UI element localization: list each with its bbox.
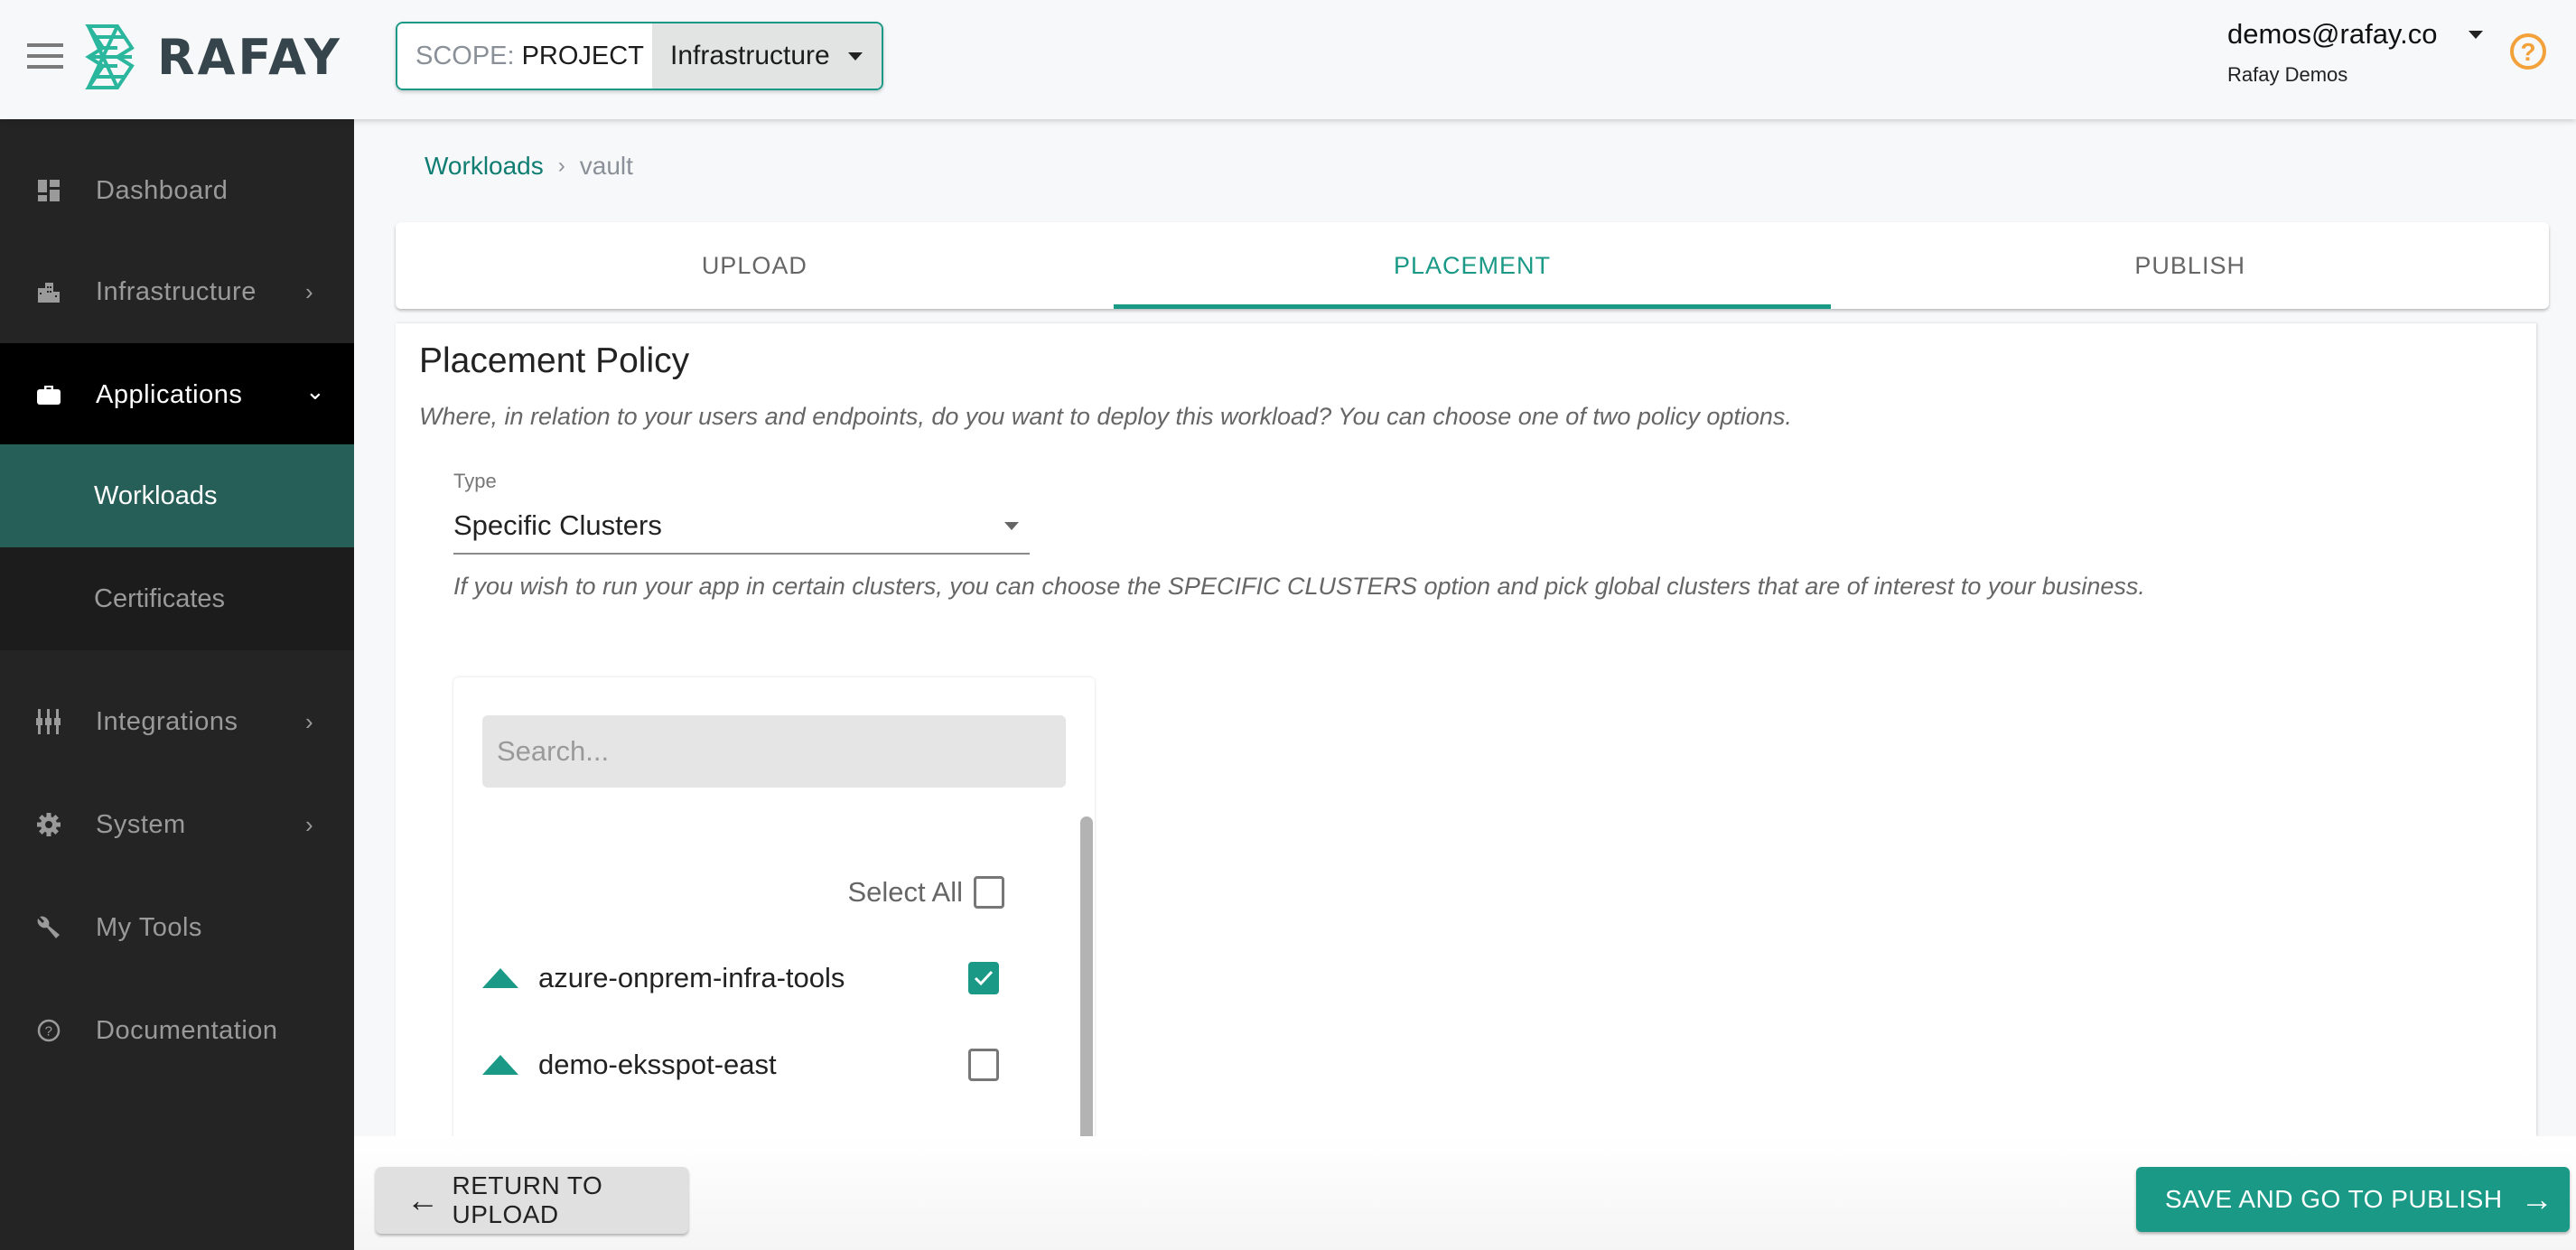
user-org: Rafay Demos	[2227, 63, 2348, 86]
sidebar-item-dashboard[interactable]: Dashboard	[0, 139, 354, 242]
sidebar-item-certificates[interactable]: Certificates	[0, 547, 354, 650]
rafay-logo[interactable]: RAFAY	[85, 24, 425, 89]
caret-down-icon	[2468, 30, 2483, 39]
type-select[interactable]: Specific Clusters	[453, 499, 1030, 555]
cluster-row: demo-eksspot-east	[482, 1042, 1024, 1087]
breadcrumb-current: vault	[579, 152, 633, 180]
sidebar-item-label: My Tools	[96, 912, 202, 942]
project-name: Infrastructure	[670, 41, 830, 70]
sidebar-item-label: Applications	[96, 379, 243, 409]
scope-value: PROJECT	[521, 41, 644, 70]
step-tabs: UPLOAD PLACEMENT PUBLISH	[396, 222, 2549, 309]
arrow-left-icon: ←	[406, 1181, 440, 1218]
scrollbar[interactable]	[1080, 816, 1093, 1136]
sidebar-item-documentation[interactable]: ? Documentation	[0, 979, 354, 1082]
breadcrumb-workloads-link[interactable]: Workloads	[425, 152, 544, 181]
wrench-icon	[36, 915, 61, 940]
chevron-right-icon: ›	[305, 810, 314, 838]
breadcrumb: Workloads › vault	[425, 152, 633, 181]
user-email-text: demos@rafay.co	[2227, 18, 2438, 50]
tab-placement[interactable]: PLACEMENT	[1113, 222, 1832, 309]
scope-label: SCOPE:	[415, 41, 515, 70]
sidebar-item-my-tools[interactable]: My Tools	[0, 876, 354, 979]
help-icon[interactable]: ?	[2510, 33, 2546, 70]
check-icon	[974, 970, 994, 986]
sidebar-item-label: Documentation	[96, 1015, 278, 1045]
chevron-right-icon: ›	[305, 277, 314, 305]
save-and-publish-button[interactable]: SAVE AND GO TO PUBLISH →	[2136, 1167, 2570, 1232]
sidebar-item-workloads[interactable]: Workloads	[0, 444, 354, 547]
page-title: Placement Policy	[419, 341, 690, 380]
cluster-search-input[interactable]	[482, 715, 1066, 788]
sidebar-item-label: Infrastructure	[96, 276, 257, 306]
caret-down-icon	[847, 51, 863, 61]
gear-icon	[36, 812, 61, 837]
menu-icon[interactable]	[27, 43, 63, 70]
sidebar-item-system[interactable]: System ›	[0, 773, 354, 876]
chevron-down-icon: ⌄	[305, 378, 326, 405]
sidebar-item-label: System	[96, 809, 186, 839]
select-all-label: Select All	[847, 876, 963, 908]
top-header: RAFAY SCOPE: PROJECT Infrastructure demo…	[0, 0, 2576, 119]
breadcrumb-separator-icon: ›	[557, 154, 565, 178]
project-dropdown[interactable]: Infrastructure	[652, 23, 882, 89]
sliders-icon	[36, 709, 61, 734]
brand-name: RAFAY	[157, 28, 342, 86]
arrow-right-icon: →	[2520, 1180, 2554, 1217]
cluster-row: azure-onprem-infra-tools	[482, 956, 1024, 1001]
cluster-picker: Select All azure-onprem-infra-tools demo…	[453, 677, 1095, 1136]
tab-upload[interactable]: UPLOAD	[396, 222, 1114, 309]
cluster-checkbox[interactable]	[968, 1049, 999, 1081]
type-hint: If you wish to run your app in certain c…	[453, 573, 2145, 600]
cluster-status-icon	[482, 1055, 518, 1075]
scope-selector[interactable]: SCOPE: PROJECT Infrastructure	[396, 22, 883, 90]
type-label: Type	[453, 470, 497, 492]
chevron-right-icon: ›	[305, 707, 314, 735]
save-and-publish-label: SAVE AND GO TO PUBLISH	[2165, 1185, 2503, 1213]
sidebar-item-infrastructure[interactable]: Infrastructure ›	[0, 240, 354, 343]
sidebar-item-label: Integrations	[96, 706, 238, 736]
sidebar-item-label: Certificates	[94, 583, 226, 613]
scope-indicator: SCOPE: PROJECT	[397, 23, 652, 89]
building-icon	[36, 279, 61, 304]
briefcase-icon	[36, 382, 61, 407]
placement-description: Where, in relation to your users and end…	[419, 403, 1792, 430]
svg-text:?: ?	[45, 1024, 53, 1040]
return-to-upload-button[interactable]: ← RETURN TO UPLOAD	[376, 1167, 688, 1234]
dashboard-icon	[36, 178, 61, 203]
cluster-status-icon	[482, 968, 518, 988]
return-to-upload-label: RETURN TO UPLOAD	[452, 1171, 603, 1228]
sidebar-item-label: Workloads	[94, 480, 218, 510]
logo-mark-icon	[85, 24, 135, 89]
sidebar: Dashboard Infrastructure › Applications …	[0, 119, 354, 1250]
sidebar-item-label: Dashboard	[96, 175, 229, 205]
select-all: Select All	[847, 876, 1004, 909]
tab-publish[interactable]: PUBLISH	[1831, 222, 2549, 309]
cluster-checkbox[interactable]	[968, 962, 999, 994]
cluster-name: demo-eksspot-east	[538, 1049, 777, 1080]
type-value: Specific Clusters	[453, 509, 662, 541]
sidebar-item-integrations[interactable]: Integrations ›	[0, 670, 354, 773]
placement-panel: Placement Policy Where, in relation to y…	[396, 323, 2536, 1136]
select-all-checkbox[interactable]	[974, 876, 1004, 909]
footer-actions: ← RETURN TO UPLOAD SAVE AND GO TO PUBLIS…	[354, 1136, 2576, 1250]
caret-down-icon	[1004, 521, 1019, 530]
user-email[interactable]: demos@rafay.co	[2227, 18, 2483, 51]
user-menu[interactable]: demos@rafay.co Rafay Demos	[2227, 18, 2483, 87]
help-circle-icon: ?	[36, 1018, 61, 1043]
sidebar-item-applications[interactable]: Applications ⌄	[0, 343, 354, 446]
cluster-name: azure-onprem-infra-tools	[538, 962, 845, 993]
